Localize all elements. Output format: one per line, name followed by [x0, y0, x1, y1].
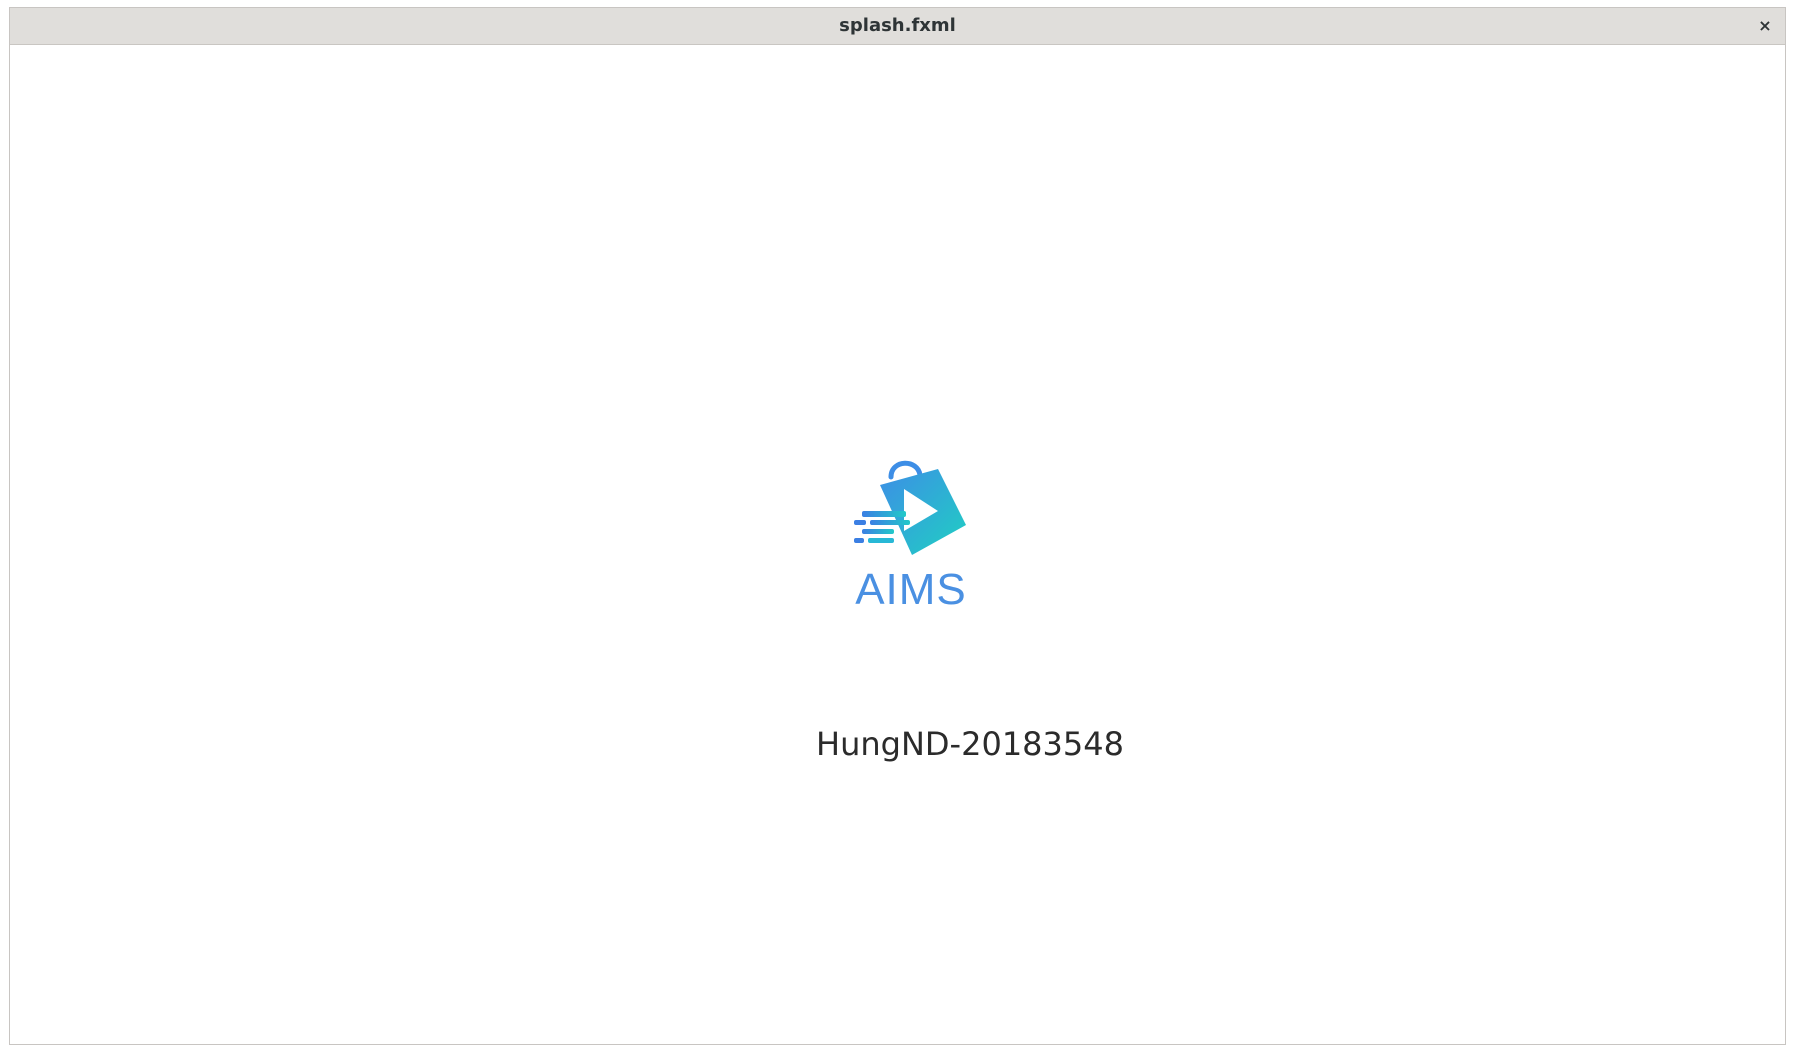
splash-window: splash.fxml × AIMS HungND-20183548 [9, 7, 1786, 1045]
window-title: splash.fxml [839, 15, 956, 36]
title-bar[interactable]: splash.fxml × [10, 8, 1785, 45]
close-button[interactable]: × [1753, 14, 1777, 38]
splash-content: AIMS HungND-20183548 [10, 45, 1785, 1044]
logo-text: AIMS [855, 565, 967, 614]
shopping-bag-arrow-icon [854, 460, 966, 555]
aims-logo: AIMS [846, 457, 976, 617]
author-caption: HungND-20183548 [816, 725, 1124, 763]
